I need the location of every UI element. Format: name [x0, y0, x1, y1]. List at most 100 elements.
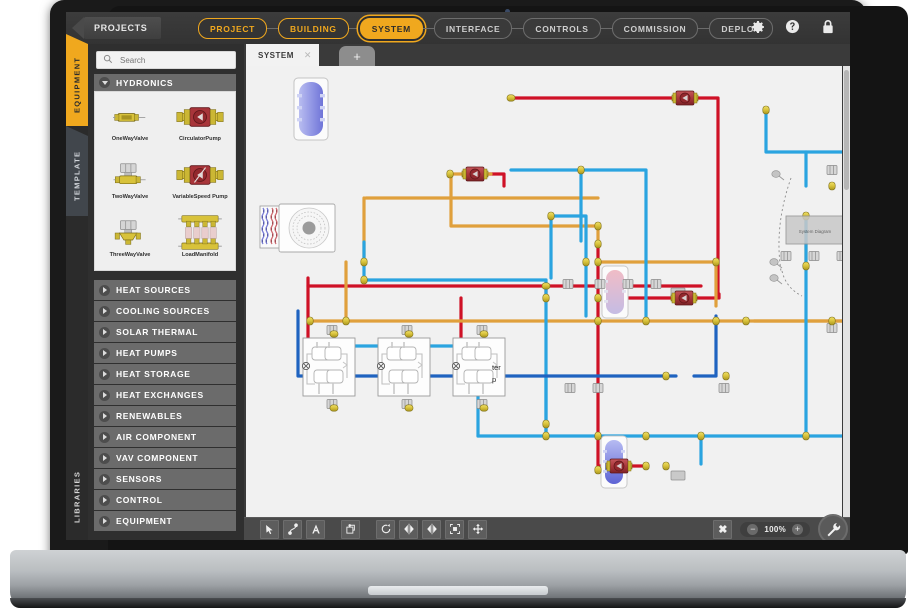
chevron-right-icon: [99, 348, 110, 359]
buffer-tank-pink: [602, 266, 628, 318]
close-icon[interactable]: ✕: [304, 50, 312, 61]
select-tool[interactable]: [260, 520, 279, 539]
category-vav-component[interactable]: VAV COMPONENT: [94, 448, 236, 468]
category-label: HEAT SOURCES: [116, 285, 191, 295]
circulator-pump-icon: [174, 101, 226, 133]
document-tab-bar: + SYSTEM ✕: [244, 44, 850, 66]
search-icon: [103, 51, 113, 69]
add-tab-button[interactable]: +: [339, 46, 375, 66]
equipment-sidebar: HYDRONICS OneWayValve CirculatorPump TwoWa…: [88, 44, 244, 540]
palette-item-loadmanifold[interactable]: LoadManifold: [165, 212, 235, 270]
group-header-hydronics[interactable]: HYDRONICS: [94, 74, 236, 91]
breadcrumb-system[interactable]: SYSTEM: [360, 18, 423, 39]
chevron-right-icon: [99, 390, 110, 401]
breadcrumb-project[interactable]: PROJECT: [198, 18, 267, 39]
system-diagram-canvas[interactable]: System Diagram ter p: [246, 66, 842, 518]
chevron-right-icon: [99, 327, 110, 338]
category-label: SOLAR THERMAL: [116, 327, 198, 337]
category-heat-pumps[interactable]: HEAT PUMPS: [94, 343, 236, 363]
category-control[interactable]: CONTROL: [94, 490, 236, 510]
breadcrumb-building[interactable]: BUILDING: [278, 18, 349, 39]
projects-button[interactable]: PROJECTS: [84, 17, 161, 39]
zoom-in-button[interactable]: +: [792, 524, 803, 535]
wrench-icon[interactable]: [818, 514, 848, 540]
workspace: + SYSTEM ✕: [244, 44, 850, 540]
variable-speed-pump-icon: [174, 159, 226, 191]
sidebar-tab-template-label: TEMPLATE: [73, 151, 82, 201]
equipment-palette: OneWayValve CirculatorPump TwoWayValve Vari…: [94, 91, 236, 271]
canvas-vertical-scrollbar[interactable]: [843, 66, 850, 518]
palette-item-twowayvalve[interactable]: TwoWayValve: [95, 154, 165, 212]
projects-back-arrow-icon: [72, 17, 84, 39]
category-solar-thermal[interactable]: SOLAR THERMAL: [94, 322, 236, 342]
category-label: AIR COMPONENT: [116, 432, 197, 442]
category-label: RENEWABLES: [116, 411, 182, 421]
category-label: EQUIPMENT: [116, 516, 172, 526]
chevron-right-icon: [99, 411, 110, 422]
one-way-valve-icon: [113, 101, 147, 133]
category-label: HEAT PUMPS: [116, 348, 178, 358]
rotate-tool[interactable]: [376, 520, 395, 539]
chevron-right-icon: [99, 453, 110, 464]
sidebar-tab-libraries-label: LIBRARIES: [73, 471, 82, 523]
help-icon[interactable]: [784, 18, 801, 35]
application-screen: PROJECTS PROJECT BUILDING SYSTEM INTERFACE C…: [66, 12, 850, 540]
screenshot-root: PROJECTS PROJECT BUILDING SYSTEM INTERFACE C…: [0, 0, 916, 615]
breadcrumb-controls[interactable]: CONTROLS: [523, 18, 600, 39]
add-tab-label: +: [353, 50, 361, 63]
breadcrumb-separator: [423, 28, 434, 29]
sidebar-tab-equipment[interactable]: EQUIPMENT: [66, 44, 88, 126]
chevron-right-icon: [99, 474, 110, 485]
palette-item-onewayvalve[interactable]: OneWayValve: [95, 96, 165, 154]
category-cooling-sources[interactable]: COOLING SOURCES: [94, 301, 236, 321]
two-way-valve-icon: [113, 159, 147, 191]
breadcrumb-separator: [601, 28, 612, 29]
breadcrumb-interface[interactable]: INTERFACE: [434, 18, 512, 39]
category-heat-exchanges[interactable]: HEAT EXCHANGES: [94, 385, 236, 405]
move-tool[interactable]: [468, 520, 487, 539]
document-tab-label: SYSTEM: [258, 51, 294, 60]
path-tool[interactable]: [283, 520, 302, 539]
sidebar-tab-template[interactable]: TEMPLATE: [66, 136, 88, 216]
zoom-out-button[interactable]: −: [747, 524, 758, 535]
palette-item-label: ThreeWayValve: [110, 252, 151, 258]
close-canvas-button[interactable]: ✖: [713, 520, 732, 539]
flip-horizontal-tool[interactable]: [399, 520, 418, 539]
laptop-base-foot: [10, 598, 906, 608]
palette-item-label: VariableSpeed Pump: [172, 194, 227, 200]
palette-item-label: LoadManifold: [182, 252, 218, 258]
diagram-svg: System Diagram ter p: [246, 66, 842, 518]
duplicate-tool[interactable]: [341, 520, 360, 539]
palette-item-threewayvalve[interactable]: ThreeWayValve: [95, 212, 165, 270]
palette-item-circulatorpump[interactable]: CirculatorPump: [165, 96, 235, 154]
search-field-wrapper[interactable]: [96, 51, 236, 69]
category-heat-storage[interactable]: HEAT STORAGE: [94, 364, 236, 384]
sidebar-tab-libraries[interactable]: LIBRARIES: [66, 458, 88, 536]
chevron-down-icon: [99, 77, 110, 88]
breadcrumb: PROJECT BUILDING SYSTEM INTERFACE CONTROLS CO…: [198, 18, 773, 39]
laptop-trackpad-notch: [368, 586, 548, 595]
lock-icon[interactable]: [819, 18, 836, 35]
select-all-tool[interactable]: [445, 520, 464, 539]
search-input[interactable]: [118, 55, 222, 66]
flip-vertical-tool[interactable]: [422, 520, 441, 539]
projects-label: PROJECTS: [94, 23, 147, 33]
category-renewables[interactable]: RENEWABLES: [94, 406, 236, 426]
palette-item-label: CirculatorPump: [179, 136, 221, 142]
palette-item-variablespeed-pump[interactable]: VariableSpeed Pump: [165, 154, 235, 212]
category-heat-sources[interactable]: HEAT SOURCES: [94, 280, 236, 300]
vertical-tab-strip: EQUIPMENT TEMPLATE LIBRARIES: [66, 44, 88, 540]
category-equipment[interactable]: EQUIPMENT: [94, 511, 236, 531]
breadcrumb-commission[interactable]: COMMISSION: [612, 18, 699, 39]
category-sensors[interactable]: SENSORS: [94, 469, 236, 489]
document-tab-system[interactable]: SYSTEM ✕: [246, 44, 319, 66]
equipment-category-list: HEAT SOURCES COOLING SOURCES SOLAR THERMAL…: [94, 280, 236, 532]
gear-icon[interactable]: [749, 18, 766, 35]
load-manifold-group: [302, 338, 505, 396]
text-tool[interactable]: [306, 520, 325, 539]
three-way-valve-icon: [113, 217, 147, 249]
chevron-right-icon: [99, 432, 110, 443]
category-air-component[interactable]: AIR COMPONENT: [94, 427, 236, 447]
chevron-right-icon: [99, 495, 110, 506]
group-header-hydronics-label: HYDRONICS: [116, 78, 173, 88]
